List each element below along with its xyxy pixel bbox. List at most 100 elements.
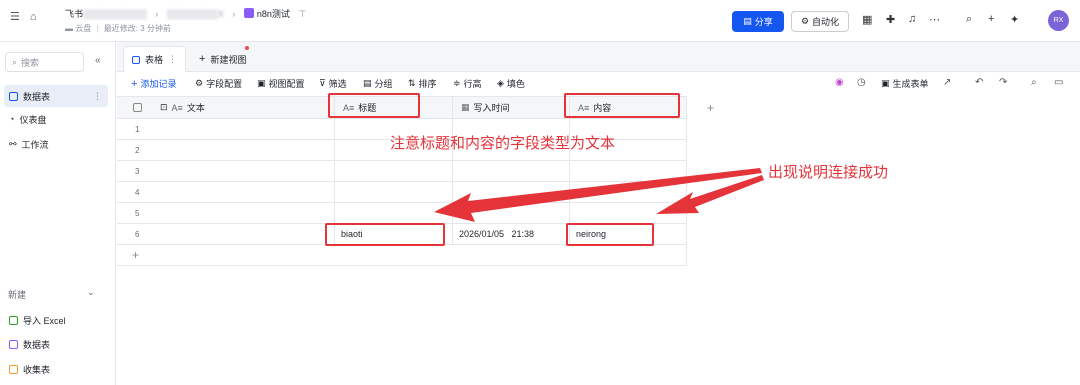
base-icon [243,8,254,18]
share-view-icon[interactable]: ↗ [943,77,951,88]
table-cell[interactable] [570,203,687,224]
ai-sparkle-icon[interactable]: ✦ [1010,13,1019,26]
row-height-button[interactable]: ≑ 行高 [453,77,482,90]
group-button[interactable]: ▤ 分组 [363,77,393,90]
meta-location[interactable]: 云盘 [75,24,91,33]
add-icon: + [199,53,206,65]
tab-new-view[interactable]: + 新建视图 [191,46,254,72]
add-icon: + [131,77,138,90]
sidebar-new-table[interactable]: 数据表 [4,333,108,355]
text-field-icon: A≡ [578,102,590,113]
excel-icon [9,315,18,325]
table-cell[interactable]: biaoti [335,224,453,245]
group-icon: ▤ [363,78,372,88]
add-row-button[interactable]: + [117,245,687,266]
add-column-icon[interactable]: + [707,101,714,115]
table-cell[interactable] [453,203,570,224]
table-row[interactable]: 3 [117,161,335,182]
table-cell[interactable] [453,182,570,203]
form-icon: ▣ [881,78,890,88]
column-header-text[interactable]: ⊡ A≡ 文本 [117,96,335,119]
history-icon[interactable]: ◷ [857,77,866,88]
sidebar-item-table[interactable]: 数据表 ⋮ [4,85,108,107]
text-field-icon: A≡ [171,102,183,113]
table-row[interactable]: 4 [117,182,335,203]
table-icon [9,339,18,349]
field-config-button[interactable]: ⚙ 字段配置 [195,77,242,90]
row-height-icon: ≑ [453,78,461,88]
search-icon: ⌕ [12,56,18,67]
more-icon[interactable]: ⋯ [929,13,940,26]
datetime-field-icon: ▦ [461,102,470,112]
top-bar: ☰ ⌂ 飞书▒▒▒▒▒▒▒▒▒▒ › ▒▒▒▒▒▒▒▒X › n8n测试 ⊤ ▬… [0,0,1080,42]
ai-assistant-icon[interactable]: ◉ [835,77,844,88]
table-row[interactable]: 1 [117,119,335,140]
sidebar-search-input[interactable]: ⌕ 搜索 [5,52,84,72]
breadcrumb-blurred-2[interactable]: ▒▒▒▒▒▒▒▒X [167,9,224,19]
more-icon[interactable]: ⋮ [93,91,102,102]
automation-button[interactable]: ⚙ 自动化 [791,11,849,32]
document-meta: ▬ 云盘 | 最近修改: 3 分钟前 [65,24,171,33]
share-icon: ▤ [743,16,752,26]
table-cell[interactable] [453,161,570,182]
add-record-button[interactable]: + 添加记录 [131,77,176,90]
table-row[interactable]: 2 [117,140,335,161]
meta-modified: 最近修改: 3 分钟前 [103,24,171,33]
row-number: 4 [135,187,140,197]
collapse-sidebar-icon[interactable]: « [95,55,101,66]
more-icon[interactable]: ⋮ [168,54,177,65]
find-icon[interactable]: ⌕ [1031,77,1037,88]
column-header-write-time[interactable]: ▦ 写入时间 [453,96,570,119]
menu-toggle-icon[interactable]: ☰ [10,10,20,23]
filter-icon: ⊽ [319,78,326,88]
fill-color-button[interactable]: ◈ 填色 [497,77,525,90]
sidebar-item-dashboard[interactable]: ◔ 仪表盘 [4,108,108,130]
table-cell[interactable] [335,182,453,203]
generate-form-button[interactable]: ▣ 生成表单 [881,77,929,90]
tab-table[interactable]: 表格 ⋮ [123,46,187,72]
notification-bell-icon[interactable]: ♫ [908,13,916,25]
row-number: 5 [135,208,140,218]
table-cell[interactable] [570,161,687,182]
share-button[interactable]: ▤ 分享 [732,11,784,32]
sidebar-new-import-excel[interactable]: 导入 Excel [4,309,108,331]
undo-icon[interactable]: ↶ [975,77,983,88]
redo-icon[interactable]: ↷ [999,77,1007,88]
row-number: 1 [135,124,140,134]
breadcrumb-root[interactable]: 飞书 [65,9,83,19]
annotation-success-note: 出现说明连接成功 [768,164,889,181]
add-icon[interactable]: + [988,13,994,25]
breadcrumb-blurred: ▒▒▒▒▒▒▒▒▒▒ [83,9,147,19]
table-cell[interactable] [335,203,453,224]
filter-button[interactable]: ⊽ 筛选 [319,77,347,90]
breadcrumb: 飞书▒▒▒▒▒▒▒▒▒▒ › ▒▒▒▒▒▒▒▒X › n8n测试 ⊤ [65,7,306,20]
table-row[interactable]: 5 [117,203,335,224]
top-left-icons: ☰ ⌂ [10,10,37,24]
new-badge-dot [245,46,249,50]
sort-button[interactable]: ⇅ 排序 [408,77,437,90]
table-cell[interactable]: 2026/01/05 21:38 [453,224,570,245]
table-cell[interactable] [570,182,687,203]
document-title[interactable]: n8n测试 [257,9,290,19]
search-icon[interactable]: ⌕ [966,13,972,26]
user-avatar[interactable]: RX [1048,10,1069,31]
column-header-title[interactable]: A≡ 标题 [335,96,453,119]
sidebar-new-form[interactable]: 收集表 [4,358,108,380]
sidebar-item-workflow[interactable]: ⚯ 工作流 [4,133,108,155]
view-settings-icon: ▣ [257,78,266,88]
document-info-icon[interactable]: ▦ [862,13,872,26]
pin-icon[interactable]: ⊤ [298,9,306,19]
robot-icon: ⚙ [800,16,810,26]
view-config-button[interactable]: ▣ 视图配置 [257,77,305,90]
comment-icon[interactable]: ▭ [1054,77,1063,88]
column-header-content[interactable]: A≡ 内容 [570,96,687,119]
new-section-label: 新建 [8,290,27,300]
plugin-icon[interactable]: ✚ [886,13,895,26]
select-all-checkbox[interactable] [133,103,142,112]
chevron-down-icon[interactable]: ⌄ [87,287,95,298]
sort-icon: ⇅ [408,78,416,88]
table-cell[interactable]: neirong [570,224,687,245]
table-row[interactable]: 6 [117,224,335,245]
home-icon[interactable]: ⌂ [30,11,37,23]
table-cell[interactable] [335,161,453,182]
